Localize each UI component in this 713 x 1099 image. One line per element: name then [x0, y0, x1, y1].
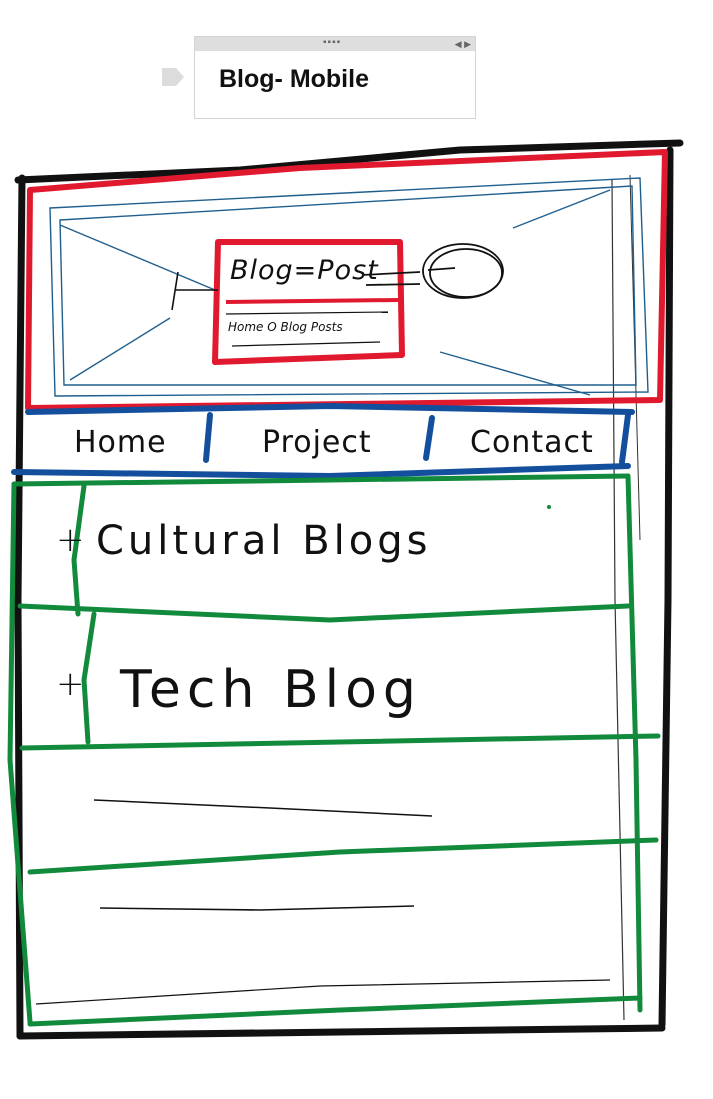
search-icon	[361, 243, 504, 299]
nav-item-home[interactable]: Home	[74, 425, 167, 460]
expand-icon[interactable]: +	[56, 520, 85, 560]
accordion-item-tech-blog[interactable]: Tech Blog	[120, 660, 422, 720]
left-handle-icon	[171, 271, 218, 311]
header-image-placeholder	[49, 177, 649, 397]
banner-title: Blog=Post	[230, 255, 379, 286]
placeholder-line-2	[99, 905, 415, 911]
breadcrumb: Home O Blog Posts	[228, 320, 343, 334]
expand-icon[interactable]: +	[56, 664, 85, 704]
placeholder-line-1	[93, 799, 433, 817]
accordion-item-cultural-blogs[interactable]: Cultural Blogs	[96, 518, 431, 564]
nav-item-contact[interactable]: Contact	[470, 425, 594, 460]
nav-item-project[interactable]: Project	[262, 425, 372, 460]
